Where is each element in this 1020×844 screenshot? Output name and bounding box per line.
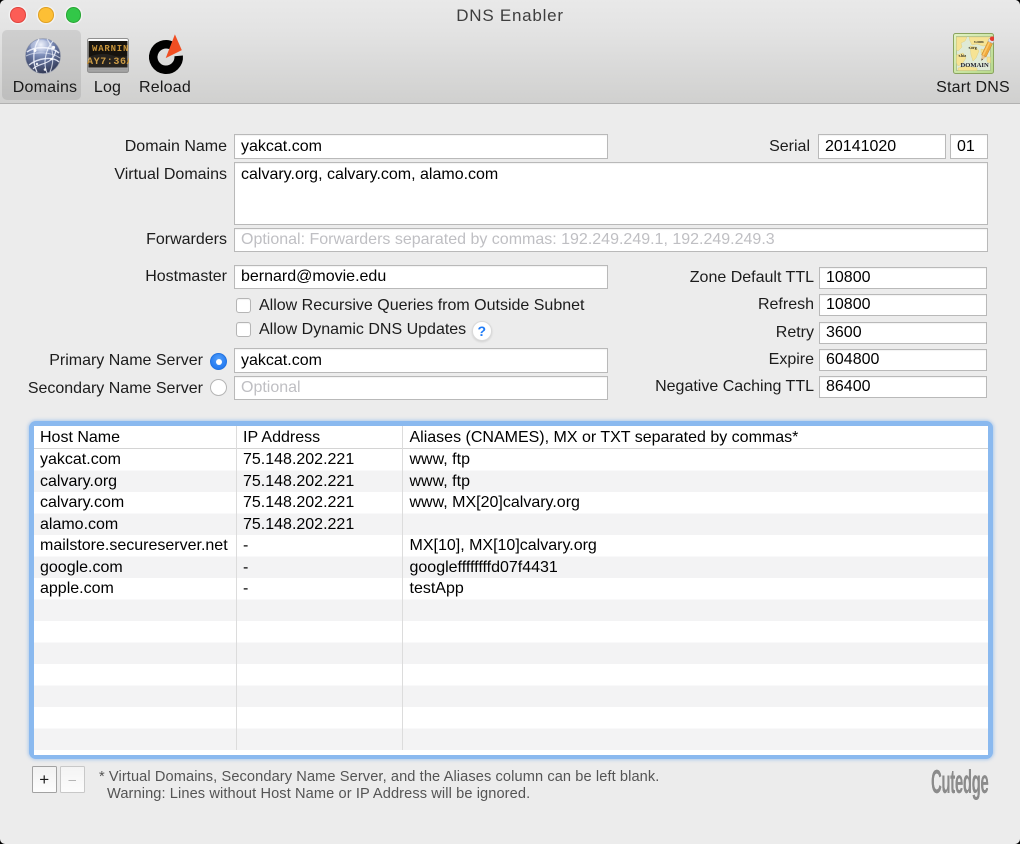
svg-text:.biz: .biz	[960, 53, 966, 58]
svg-text:.org: .org	[970, 45, 977, 50]
svg-text:DOMAIN: DOMAIN	[961, 62, 989, 69]
svg-text:.com: .com	[976, 39, 985, 44]
svg-text:WARNIN: WARNIN	[92, 44, 129, 54]
